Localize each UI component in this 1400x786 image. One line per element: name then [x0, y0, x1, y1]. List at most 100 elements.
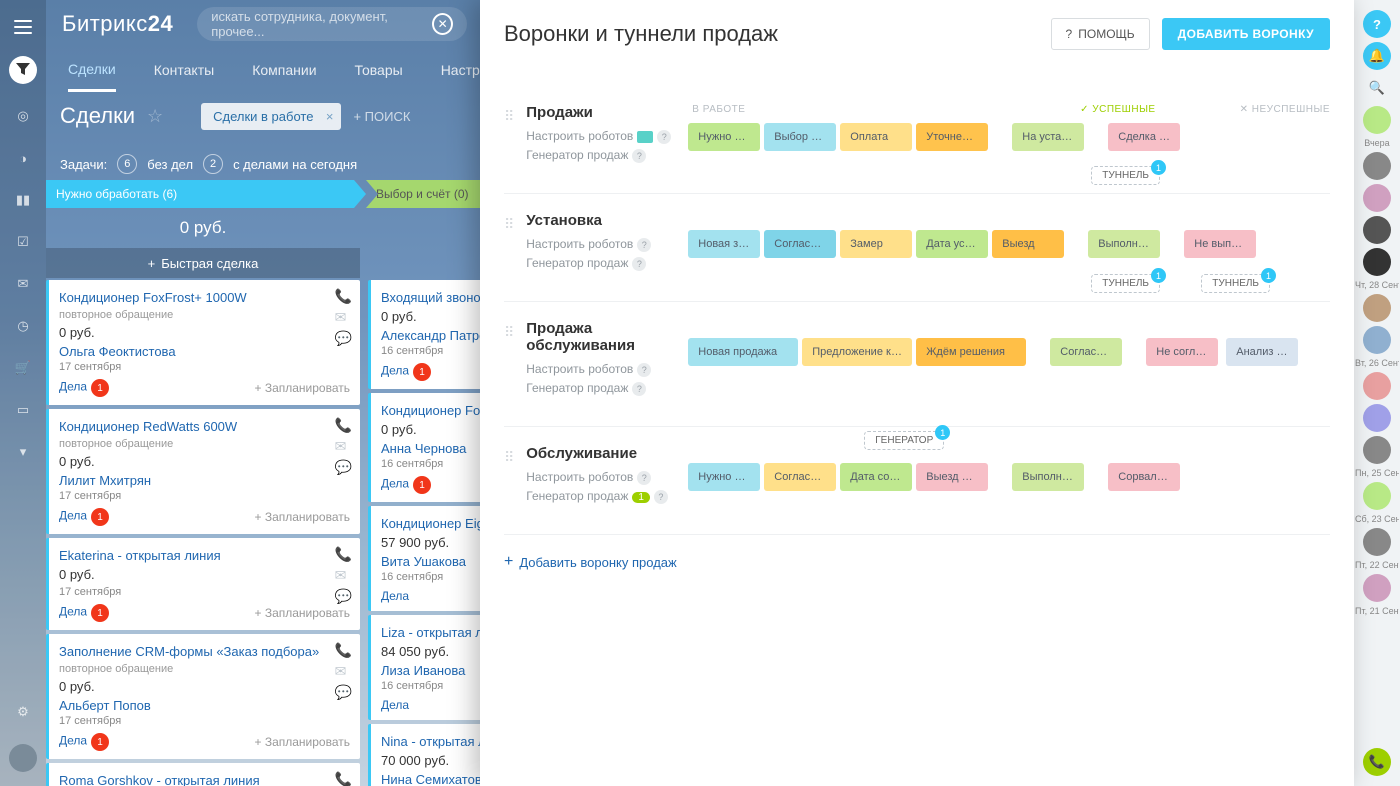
- contact-avatar[interactable]: [1363, 106, 1391, 134]
- card-deals[interactable]: Дела: [381, 698, 409, 712]
- help-hint-icon[interactable]: ?: [632, 257, 646, 271]
- funnel-stage-fail[interactable]: Не согласи…: [1146, 338, 1218, 366]
- hamburger-icon[interactable]: [14, 20, 32, 34]
- card-deals[interactable]: Дела1: [381, 363, 431, 381]
- mail-icon[interactable]: ✉: [335, 309, 352, 326]
- moon-icon[interactable]: ◑: [13, 148, 33, 168]
- configure-robots-link[interactable]: Настроить роботов?: [526, 129, 676, 144]
- card-deals[interactable]: Дела1: [59, 733, 109, 751]
- contact-avatar[interactable]: [1363, 528, 1391, 556]
- search-close-icon[interactable]: ✕: [432, 13, 453, 35]
- funnel-stage-success[interactable]: На устано…: [1012, 123, 1084, 151]
- funnel-stage[interactable]: Новая продажа: [688, 338, 798, 366]
- card-deals[interactable]: Дела1: [59, 604, 109, 622]
- window-icon[interactable]: ▭: [13, 400, 33, 420]
- deal-card[interactable]: 📞✉💬 Кондиционер FoxFrost+ 1000W повторно…: [46, 280, 360, 405]
- phone-icon[interactable]: 📞: [335, 546, 352, 563]
- card-contact[interactable]: Альберт Попов: [59, 698, 350, 713]
- funnel-stage-fail[interactable]: Не выполн…: [1184, 230, 1256, 258]
- deal-card[interactable]: 📞✉💬 Заполнение CRM-формы «Заказ подбора»…: [46, 634, 360, 759]
- drag-handle-icon[interactable]: ⠿: [504, 216, 514, 233]
- cart-icon[interactable]: 🛒: [13, 358, 33, 378]
- funnel-stage[interactable]: Дата согласов…: [840, 463, 912, 491]
- chip-close-icon[interactable]: ×: [326, 109, 334, 124]
- sales-generator-link[interactable]: Генератор продаж?: [526, 148, 676, 163]
- drag-handle-icon[interactable]: ⠿: [504, 324, 514, 341]
- checkbox-icon[interactable]: ☑: [13, 232, 33, 252]
- funnel-stage[interactable]: Выезд на обсл…: [916, 463, 988, 491]
- funnel-stage-fail[interactable]: Сделка про…: [1108, 123, 1180, 151]
- funnel-stage[interactable]: Нужно обслуж…: [688, 463, 760, 491]
- mail-icon[interactable]: ✉: [335, 663, 352, 680]
- phone-icon[interactable]: 📞: [335, 417, 352, 434]
- contact-avatar[interactable]: [1363, 294, 1391, 322]
- card-plan[interactable]: + Запланировать: [254, 606, 350, 620]
- chat-icon[interactable]: 💬: [335, 684, 352, 701]
- funnel-stage[interactable]: Замер: [840, 230, 912, 258]
- funnel-stage[interactable]: Оплата: [840, 123, 912, 151]
- card-contact[interactable]: Лилит Мхитрян: [59, 473, 350, 488]
- card-deals[interactable]: Дела: [381, 589, 409, 603]
- gear-icon[interactable]: ⚙: [13, 702, 33, 722]
- tunnel-badge[interactable]: ТУННЕЛЬ1: [1091, 166, 1160, 185]
- funnel-stage[interactable]: Уточнение вр…: [916, 123, 988, 151]
- deal-card[interactable]: 📞✉💬 Roma Gorshkov - открытая линия 0 руб…: [46, 763, 360, 786]
- help-icon[interactable]: ?: [1363, 10, 1391, 38]
- drag-handle-icon[interactable]: ⠿: [504, 449, 514, 466]
- phone-icon[interactable]: 📞: [335, 771, 352, 786]
- configure-robots-link[interactable]: Настроить роботов?: [526, 362, 676, 377]
- tunnel-badge[interactable]: ТУННЕЛЬ1: [1091, 274, 1160, 293]
- configure-robots-link[interactable]: Настроить роботов?: [526, 237, 676, 252]
- tunnel-badge[interactable]: ТУННЕЛЬ1: [1201, 274, 1270, 293]
- phone-icon[interactable]: 📞: [1363, 748, 1391, 776]
- card-plan[interactable]: + Запланировать: [254, 510, 350, 524]
- tab-products[interactable]: Товары: [355, 50, 403, 90]
- contact-avatar[interactable]: [1363, 326, 1391, 354]
- chat-icon[interactable]: 💬: [335, 459, 352, 476]
- global-search[interactable]: искать сотрудника, документ, прочее... ✕: [197, 7, 467, 41]
- contact-avatar[interactable]: [1363, 436, 1391, 464]
- mail-icon[interactable]: ✉: [13, 274, 33, 294]
- funnel-stage[interactable]: Выбор и счёт: [764, 123, 836, 151]
- help-hint-icon[interactable]: ?: [657, 130, 671, 144]
- help-hint-icon[interactable]: ?: [637, 363, 651, 377]
- mail-icon[interactable]: ✉: [335, 438, 352, 455]
- help-hint-icon[interactable]: ?: [637, 471, 651, 485]
- search-icon[interactable]: 🔍: [1363, 74, 1391, 102]
- mail-icon[interactable]: ✉: [335, 567, 352, 584]
- funnel-stage[interactable]: Дата устан…: [916, 230, 988, 258]
- funnel-stage-fail[interactable]: Сорвалось: [1108, 463, 1180, 491]
- funnel-stage-success[interactable]: Выполнен…: [1088, 230, 1160, 258]
- chat-icon[interactable]: 💬: [335, 588, 352, 605]
- add-sales-funnel-link[interactable]: +Добавить воронку продаж: [504, 553, 1330, 571]
- contact-avatar[interactable]: [1363, 404, 1391, 432]
- funnel-stage[interactable]: Нужно обработ…: [688, 123, 760, 151]
- help-hint-icon[interactable]: ?: [654, 490, 668, 504]
- card-deals[interactable]: Дела1: [59, 508, 109, 526]
- filter-chip[interactable]: Сделки в работе ×: [201, 103, 341, 130]
- clock-icon[interactable]: ◷: [13, 316, 33, 336]
- sales-generator-link[interactable]: Генератор продаж?: [526, 381, 676, 396]
- configure-robots-link[interactable]: Настроить роботов?: [526, 470, 676, 485]
- tab-deals[interactable]: Сделки: [68, 49, 116, 92]
- contact-avatar[interactable]: [1363, 574, 1391, 602]
- help-hint-icon[interactable]: ?: [637, 238, 651, 252]
- card-plan[interactable]: + Запланировать: [254, 735, 350, 749]
- more-icon[interactable]: ▾: [13, 442, 33, 462]
- funnel-stage[interactable]: Согласовани д…: [764, 463, 836, 491]
- tab-contacts[interactable]: Контакты: [154, 50, 214, 90]
- funnel-stage[interactable]: Новая зая…: [688, 230, 760, 258]
- funnel-stage[interactable]: Предложение клиенту: [802, 338, 912, 366]
- deal-card[interactable]: 📞✉💬 Ekaterina - открытая линия 0 руб. 17…: [46, 538, 360, 630]
- contact-avatar[interactable]: [1363, 152, 1391, 180]
- filter-icon[interactable]: [9, 56, 37, 84]
- phone-icon[interactable]: 📞: [335, 642, 352, 659]
- card-contact[interactable]: Ольга Феоктистова: [59, 344, 350, 359]
- quick-deal-button[interactable]: +Быстрая сделка: [46, 248, 360, 278]
- card-plan[interactable]: + Запланировать: [254, 381, 350, 395]
- tasks-count-1[interactable]: 6: [117, 154, 137, 174]
- generator-badge[interactable]: ГЕНЕРАТОР1: [864, 431, 944, 450]
- card-deals[interactable]: Дела1: [59, 379, 109, 397]
- contact-avatar[interactable]: [1363, 482, 1391, 510]
- tasks-count-2[interactable]: 2: [203, 154, 223, 174]
